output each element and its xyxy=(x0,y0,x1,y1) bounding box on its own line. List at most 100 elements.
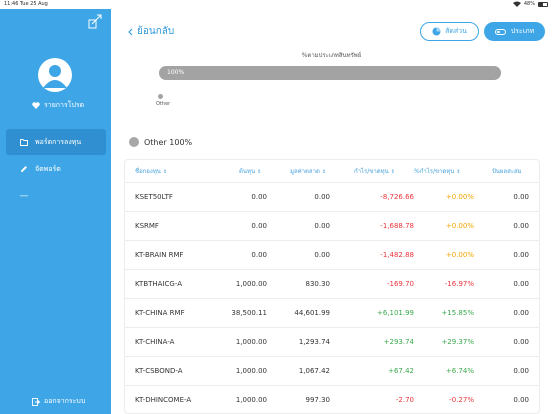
type-label: ประเภท xyxy=(510,27,535,35)
logout-button[interactable]: ออกจากระบบ xyxy=(32,396,85,407)
plpct-cell: +29.37% xyxy=(441,338,474,346)
sidebar-item-label: พอร์ตการลงทุน xyxy=(35,137,82,146)
table-row[interactable]: KSET50LTF 0.00 0.00 -8,726.66 +0.00% 0.00 xyxy=(125,182,539,211)
plpct-cell: +0.00% xyxy=(445,251,474,259)
proportion-button[interactable]: สัดส่วน xyxy=(420,22,479,41)
cost-cell: 0.00 xyxy=(251,251,267,259)
allocation-bar-text: 100% xyxy=(167,69,185,76)
table-row[interactable]: KSRMF 0.00 0.00 -1,688.78 +0.00% 0.00 xyxy=(125,211,539,240)
cost-cell: 38,500.11 xyxy=(231,309,267,317)
table-row[interactable]: KT-CHINA RMF 38,500.11 44,601.99 +6,101.99 +… xyxy=(125,298,539,327)
column-header-profit-loss[interactable]: กำไร/ขาดทุน ⇕ xyxy=(354,166,395,176)
table-header: ชื่อกองทุน ⇕ ต้นทุน ⇕ มูลค่าตลาด ⇕ กำไร/ขาด… xyxy=(125,160,539,182)
div-cell: 0.00 xyxy=(513,280,529,288)
column-header-dividend[interactable]: ปันผลสะสม xyxy=(492,166,522,176)
pl-cell: -8,726.66 xyxy=(380,193,414,201)
pie-chart-icon xyxy=(432,27,441,36)
legend-label: Other 100% xyxy=(144,137,193,147)
market-cell: 0.00 xyxy=(314,222,330,230)
sidebar: รายการโปรด พอร์ตการลงทุน จัดพอร์ต ออกจาก… xyxy=(0,9,111,414)
fund-name-cell: KT-CHINA RMF xyxy=(135,309,185,317)
pl-cell: +293.74 xyxy=(383,338,414,346)
market-cell: 997.30 xyxy=(305,396,331,404)
cost-cell: 0.00 xyxy=(251,222,267,230)
pl-cell: +6,101.99 xyxy=(376,309,414,317)
folder-icon xyxy=(20,138,28,146)
legend-dot xyxy=(129,137,139,147)
sidebar-item-disabled[interactable] xyxy=(6,183,106,209)
allocation-title: %ตามประเภทสินทรัพย์ xyxy=(301,52,362,59)
sort-icon: ⇕ xyxy=(257,169,262,175)
fund-name-cell: KT-BRAIN RMF xyxy=(135,251,184,259)
avatar xyxy=(38,58,72,92)
main-content: ย้อนกลับ สัดส่วน ประเภท %ตามประเภทสินทรั… xyxy=(111,9,552,414)
column-header-label: ปันผลสะสม xyxy=(492,168,522,175)
fund-name-cell: KSET50LTF xyxy=(135,193,173,201)
pl-cell: +67.42 xyxy=(388,367,414,375)
category-dot xyxy=(158,94,163,99)
menu-icon xyxy=(20,195,28,197)
status-time-date: 11:46 Tue 25 Aug xyxy=(4,1,48,7)
favorite-label: รายการโปรด xyxy=(44,101,85,109)
sort-icon: ⇕ xyxy=(456,169,461,175)
column-header-label: มูลค่าตลาด xyxy=(290,168,320,175)
fund-name-cell: KT-DHINCOME-A xyxy=(135,396,192,404)
battery-icon xyxy=(538,1,548,7)
pl-cell: -169.70 xyxy=(386,280,414,288)
pl-cell: -1,482.88 xyxy=(380,251,414,259)
column-header-market-value[interactable]: มูลค่าตลาด ⇕ xyxy=(290,166,326,176)
sort-icon: ⇕ xyxy=(390,169,395,175)
plpct-cell: +15.85% xyxy=(441,309,474,317)
fund-name-cell: KSRMF xyxy=(135,222,159,230)
column-header-fund-name[interactable]: ชื่อกองทุน ⇕ xyxy=(135,166,167,176)
battery-percent: 48% xyxy=(523,1,535,7)
plpct-cell: +6.74% xyxy=(445,367,474,375)
column-header-label: %กำไร/ขาดทุน xyxy=(414,168,455,175)
user-icon xyxy=(43,65,67,88)
table-row[interactable]: KT-CSBOND-A 1,000.00 1,067.42 +67.42 +6.74% 0… xyxy=(125,356,539,385)
logout-label: ออกจากระบบ xyxy=(44,397,86,405)
div-cell: 0.00 xyxy=(513,222,529,230)
div-cell: 0.00 xyxy=(513,251,529,259)
pl-cell: -2.70 xyxy=(395,396,414,404)
chevron-left-icon xyxy=(128,28,133,35)
sidebar-item-manage-portfolio[interactable]: จัดพอร์ต xyxy=(6,156,106,182)
plpct-cell: -0.27% xyxy=(449,396,474,404)
table-row[interactable]: KT-CHINA-A 1,000.00 1,293.74 +293.74 +29.37%… xyxy=(125,327,539,356)
favorite-link[interactable]: รายการโปรด xyxy=(32,100,84,111)
table-row[interactable]: KT-DHINCOME-A 1,000.00 997.30 -2.70 -0.27% 0.… xyxy=(125,385,539,413)
table-row[interactable]: KT-BRAIN RMF 0.00 0.00 -1,482.88 +0.00% 0.00 xyxy=(125,240,539,269)
plpct-cell: +0.00% xyxy=(445,222,474,230)
market-cell: 1,293.74 xyxy=(298,338,330,346)
table-row[interactable]: KTBTHAICG-A 1,000.00 830.30 -169.70 -16.97% 0… xyxy=(125,269,539,298)
cost-cell: 1,000.00 xyxy=(235,338,267,346)
sort-icon: ⇕ xyxy=(162,169,168,175)
fund-name-cell: KT-CSBOND-A xyxy=(135,367,183,375)
sidebar-item-portfolio[interactable]: พอร์ตการลงทุน xyxy=(6,129,106,155)
collapse-icon[interactable] xyxy=(88,13,104,29)
heart-icon xyxy=(32,102,40,109)
status-right: 48% xyxy=(512,1,548,7)
div-cell: 0.00 xyxy=(513,309,529,317)
div-cell: 0.00 xyxy=(513,338,529,346)
type-button[interactable]: ประเภท xyxy=(484,22,545,41)
back-label: ย้อนกลับ xyxy=(137,26,175,37)
sidebar-item-label: จัดพอร์ต xyxy=(35,164,61,173)
cost-cell: 1,000.00 xyxy=(235,367,267,375)
back-button[interactable]: ย้อนกลับ xyxy=(128,24,174,39)
column-header-label: ชื่อกองทุน xyxy=(135,168,161,175)
legend-item: Other 100% xyxy=(129,137,192,147)
column-header-label: ต้นทุน xyxy=(239,168,256,175)
cost-cell: 1,000.00 xyxy=(235,280,267,288)
pl-cell: -1,688.78 xyxy=(380,222,414,230)
sort-icon: ⇕ xyxy=(321,169,327,175)
column-header-cost[interactable]: ต้นทุน ⇕ xyxy=(239,166,261,176)
column-header-profit-loss-pct[interactable]: %กำไร/ขาดทุน ⇕ xyxy=(414,166,461,176)
wifi-icon xyxy=(512,1,521,7)
fund-table: ชื่อกองทุน ⇕ ต้นทุน ⇕ มูลค่าตลาด ⇕ กำไร/ขาด… xyxy=(124,159,540,414)
market-cell: 1,067.42 xyxy=(298,367,330,375)
div-cell: 0.00 xyxy=(513,193,529,201)
pencil-icon xyxy=(21,166,27,172)
market-cell: 0.00 xyxy=(314,251,330,259)
fund-name-cell: KTBTHAICG-A xyxy=(135,280,182,288)
